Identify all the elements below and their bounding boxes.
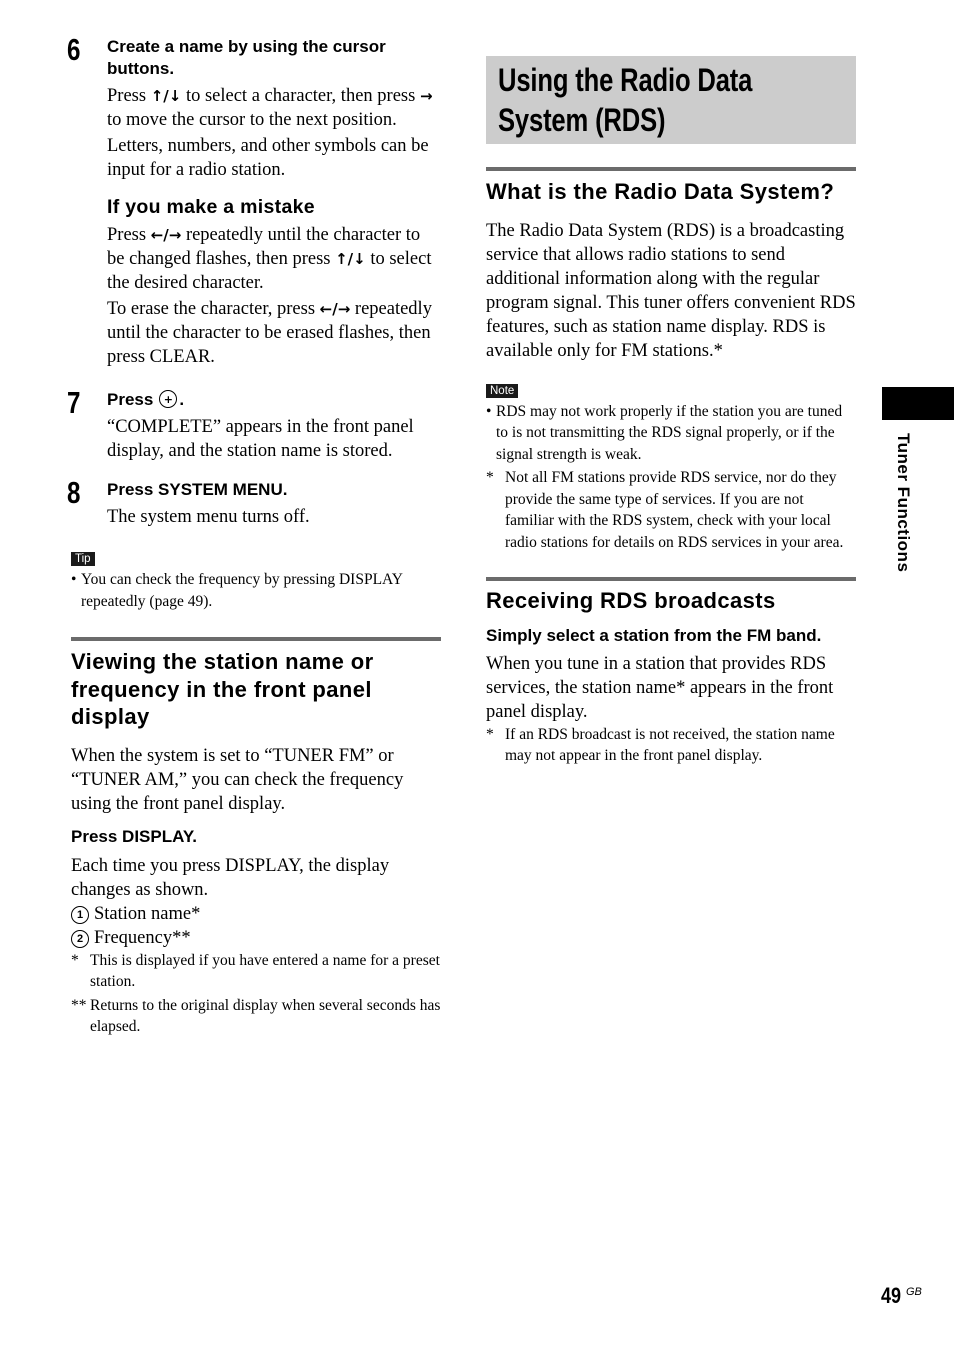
footnote: ** Returns to the original display when s…	[71, 995, 441, 1038]
display-list-item: 2 Frequency**	[71, 926, 441, 950]
text: To erase the character, press	[107, 299, 320, 319]
note-box: Note • RDS may not work properly if the s…	[486, 381, 856, 554]
chapter-tab-label: Tuner Functions	[894, 433, 913, 573]
left-column: 6 Create a name by using the cursor butt…	[67, 32, 441, 1038]
section-divider	[486, 577, 856, 581]
list-text: Frequency**	[94, 927, 191, 948]
page-region-suffix: GB	[906, 1286, 922, 1298]
step-title: Create a name by using the cursor button…	[107, 37, 386, 78]
footnote-mark: **	[71, 996, 87, 1014]
step-instruction: Press ↑/↓ to select a character, then pr…	[107, 84, 441, 132]
footnote-text: This is displayed if you have entered a …	[90, 951, 440, 991]
tip-label: Tip	[71, 552, 95, 566]
footnote: * Not all FM stations provide RDS service…	[486, 467, 856, 553]
up-down-arrow-icon: ↑/↓	[335, 250, 366, 268]
section-divider	[71, 637, 441, 641]
chapter-banner: Using the Radio Data System (RDS)	[486, 56, 856, 144]
section-para: Each time you press DISPLAY, the display…	[71, 855, 390, 900]
tip-text: You can check the frequency by pressing …	[81, 571, 403, 610]
step-number: 7	[67, 385, 80, 420]
section-para: The Radio Data System (RDS) is a broadca…	[486, 220, 856, 361]
footnote-mark: *	[486, 469, 494, 486]
enter-button-icon	[159, 389, 178, 411]
text: to select a character, then press	[181, 86, 420, 106]
text: to move the cursor to the next position.	[107, 110, 397, 130]
footnote: * This is displayed if you have entered a…	[71, 950, 441, 993]
section-heading: Viewing the station name or frequency in…	[71, 649, 374, 729]
chapter-tab-marker	[882, 387, 954, 420]
step-number: 6	[67, 32, 80, 67]
list-text: Station name*	[94, 903, 201, 924]
tip-box: Tip • You can check the frequency by pres…	[71, 549, 441, 612]
step-8: 8 Press SYSTEM MENU. The system menu tur…	[67, 475, 441, 529]
step-title: Press SYSTEM MENU.	[107, 480, 288, 499]
circled-number-icon: 1	[71, 905, 89, 924]
note-item: • RDS may not work properly if the statio…	[486, 401, 856, 466]
section-heading: Receiving RDS broadcasts	[486, 588, 776, 613]
circled-number-icon: 2	[71, 929, 89, 948]
bullet: •	[71, 571, 77, 588]
footnote-mark: *	[486, 725, 494, 743]
section-intro: When the system is set to “TUNER FM” or …	[71, 745, 404, 814]
section-what-is-rds: What is the Radio Data System? The Radio…	[486, 167, 856, 363]
step-number: 8	[67, 475, 80, 510]
right-arrow-icon: →	[419, 87, 433, 105]
right-column: Using the Radio Data System (RDS) What i…	[486, 56, 856, 767]
step-instruction: “COMPLETE” appears in the front panel di…	[107, 417, 414, 461]
step-6: 6 Create a name by using the cursor butt…	[67, 32, 441, 369]
chapter-title: Using the Radio Data System (RDS)	[498, 62, 753, 138]
action-heading: Simply select a station from the FM band…	[486, 625, 822, 645]
left-right-arrow-icon: ←/→	[150, 226, 182, 244]
up-down-arrow-icon: ↑/↓	[150, 87, 182, 105]
section-heading: What is the Radio Data System?	[486, 179, 835, 204]
footnote-mark: *	[71, 951, 79, 969]
section-divider	[486, 167, 856, 171]
footnote-text: If an RDS broadcast is not received, the…	[505, 725, 835, 765]
section-para: When you tune in a station that provides…	[486, 653, 834, 722]
bullet: •	[486, 402, 492, 420]
text: Press	[107, 86, 151, 106]
tip-item: • You can check the frequency by pressing…	[71, 569, 441, 612]
subheading-mistake: If you make a mistake	[107, 196, 315, 218]
display-list-item: 1 Station name*	[71, 902, 441, 926]
text: .	[179, 390, 185, 409]
step-title: Press.	[107, 389, 441, 411]
footnote: * If an RDS broadcast is not received, th…	[486, 724, 856, 767]
erase-instruction: To erase the character, press ←/→ repeat…	[107, 297, 441, 369]
step-7: 7 Press. “COMPLETE” appears in the front…	[67, 385, 441, 463]
left-right-arrow-icon: ←/→	[319, 300, 351, 318]
step-note: Letters, numbers, and other symbols can …	[107, 136, 429, 180]
text: Press	[107, 225, 151, 245]
page-number: 49	[881, 1283, 902, 1308]
note-text: RDS may not work properly if the station…	[496, 402, 843, 463]
text: Press	[107, 390, 154, 409]
footnote-text: Not all FM stations provide RDS service,…	[505, 469, 844, 551]
section-viewing: Viewing the station name or frequency in…	[71, 637, 441, 1038]
note-label: Note	[486, 383, 519, 398]
action-heading: Press DISPLAY.	[71, 826, 197, 846]
section-receiving-rds: Receiving RDS broadcasts Simply select a…	[486, 577, 856, 767]
mistake-instruction: Press ←/→ repeatedly until the character…	[107, 223, 441, 295]
footnote-text: Returns to the original display when sev…	[90, 996, 441, 1036]
step-instruction: The system menu turns off.	[107, 507, 310, 527]
